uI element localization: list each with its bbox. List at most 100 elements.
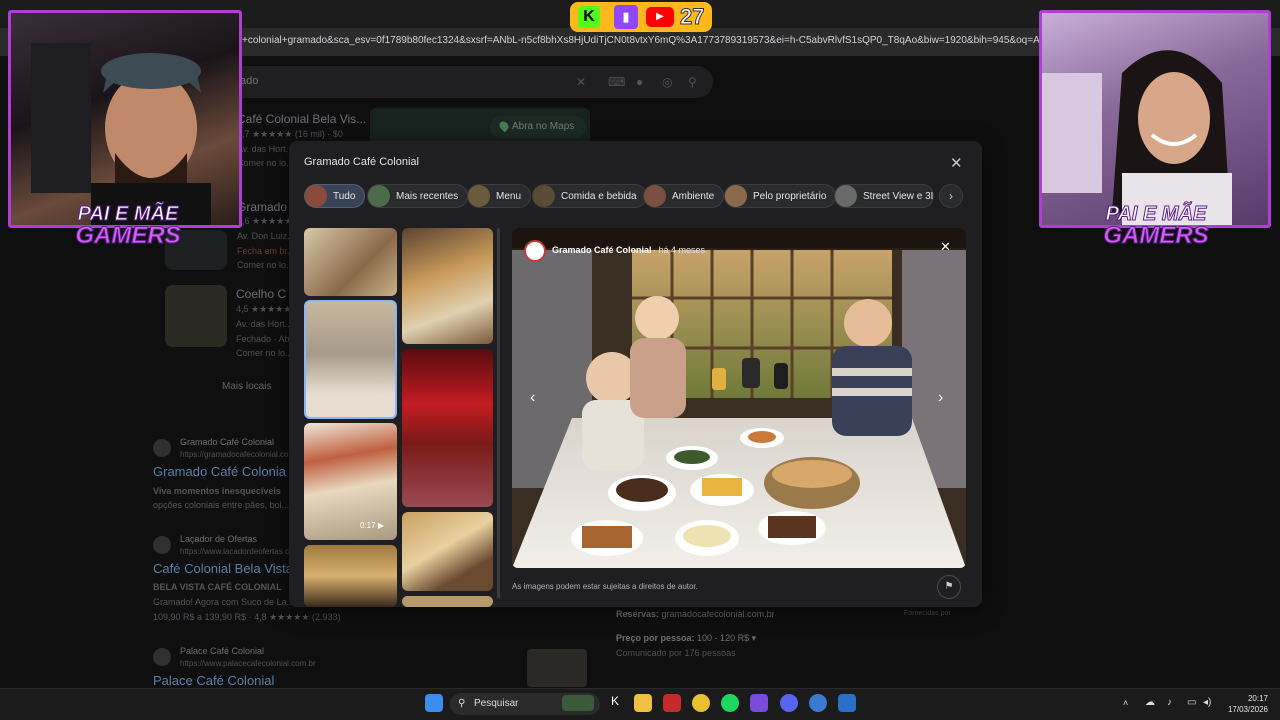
photo-author[interactable]: Gramado Café Colonial [552, 245, 652, 255]
result-snippet: 109,90 R$ a 139,90 R$ · 4,8 ★★★★★ (2.933… [153, 612, 341, 622]
logo-line1: PAI E MÃE [1105, 203, 1207, 225]
clock-time: 20:17 [1247, 694, 1268, 703]
place-address: Av. das Hort... [237, 144, 294, 154]
twitch-icon: ▮ [614, 5, 638, 29]
place-name[interactable]: Café Colonial Bela Vis... [237, 112, 366, 126]
photo-thumbnail[interactable] [402, 512, 493, 591]
reservations-link[interactable]: gramadocafecolonial.com.br [662, 609, 775, 619]
result-title-link[interactable]: Café Colonial Bela Vista [153, 561, 293, 576]
place-option: Comer no lo... [237, 260, 294, 270]
menu-thumbnail[interactable] [527, 649, 587, 687]
chip-street-view[interactable]: Street View e 3D [834, 184, 934, 208]
chip-ambience[interactable]: Ambiente [643, 184, 725, 208]
chip-thumbnail-icon [725, 185, 747, 207]
keyboard-icon[interactable]: ⌨ [608, 75, 625, 89]
play-icon: ▶ [377, 521, 384, 530]
chip-label: Comida e bebida [561, 190, 637, 202]
chrome-icon[interactable] [692, 694, 710, 712]
result-title-link[interactable]: Palace Café Colonial [153, 673, 274, 688]
chip-all[interactable]: Tudo [304, 184, 366, 208]
microphone-icon[interactable]: ● [636, 75, 650, 89]
close-icon[interactable]: ✕ [940, 239, 951, 255]
provided-by-label: Fornecidas por [904, 610, 951, 617]
copilot-icon[interactable] [750, 694, 768, 712]
details-reservations: Reservas: gramadocafecolonial.com.br [616, 609, 775, 619]
site-favicon [153, 648, 171, 666]
photo-thumbnail[interactable] [402, 228, 493, 344]
chip-label: Ambiente [672, 190, 715, 202]
chip-menu[interactable]: Menu [467, 184, 532, 208]
search-icon: ⚲ [458, 698, 466, 709]
photo-thumbnail[interactable] [304, 228, 397, 296]
price-label: Preço por pessoa: [616, 633, 695, 643]
chip-thumbnail-icon [835, 185, 857, 207]
chip-by-owner[interactable]: Pelo proprietário [724, 184, 837, 208]
place-thumbnail[interactable] [165, 285, 227, 347]
logo-line1: PAI E MÃE [77, 203, 179, 225]
chip-food-drink[interactable]: Comida e bebida [532, 184, 647, 208]
photo-thumbnail[interactable] [402, 596, 493, 607]
search-highlight-icon [562, 695, 594, 711]
cloud-icon[interactable]: ☁ [1145, 697, 1155, 708]
chevron-left-icon[interactable]: ‹ [530, 389, 535, 407]
result-site-name: Palace Café Colonial [180, 646, 265, 656]
logo-line2: GAMERS [75, 222, 181, 249]
result-url: https://www.lacadordeofertas.c... [180, 547, 296, 556]
calendar-app-icon[interactable] [663, 694, 681, 712]
photo-age: · há 4 meses [653, 245, 706, 255]
price-value: 100 - 120 R$ [697, 633, 750, 643]
open-in-maps-label: Abra no Maps [512, 121, 575, 132]
youtube-icon: ▶ [646, 7, 674, 27]
place-name[interactable]: Gramado [237, 200, 287, 214]
result-site-name: Laçador de Ofertas [180, 534, 258, 544]
place-rating: 4,6 ★★★★★ [237, 216, 293, 226]
spotify-icon[interactable] [721, 694, 739, 712]
place-name[interactable]: Coelho C [236, 287, 286, 301]
volume-icon[interactable]: ◂) [1203, 697, 1211, 708]
flag-icon[interactable]: ⚑ [937, 575, 961, 599]
system-clock[interactable]: 20:17 17/03/2026 [1218, 693, 1268, 715]
result-title-link[interactable]: Gramado Café Colonia [153, 464, 286, 479]
photo-thumbnail[interactable] [402, 349, 493, 507]
result-snippet: Gramado! Agora com Suco de La... [153, 597, 295, 607]
details-price: Preço por pessoa: 100 - 120 R$ ▾ [616, 633, 757, 643]
microphone-icon[interactable]: ♪ [1167, 697, 1172, 708]
discord-icon[interactable] [780, 694, 798, 712]
search-icon[interactable]: ⚲ [688, 75, 702, 89]
viewer-counter: 27 [679, 4, 705, 30]
photo-thumbnail[interactable] [304, 545, 397, 607]
chip-recent[interactable]: Mais recentes [367, 184, 469, 208]
site-favicon [153, 439, 171, 457]
taskbar-search-label: Pesquisar [474, 698, 519, 709]
kick-icon: K [578, 6, 600, 28]
chevron-right-icon[interactable]: › [938, 389, 943, 407]
video-duration-label: 0:17 [360, 521, 376, 530]
webcam-left [8, 10, 242, 228]
windows-start-icon[interactable] [425, 694, 443, 712]
kick-app-icon[interactable]: K [606, 694, 624, 712]
streamer-left-video [31, 43, 211, 225]
display-icon[interactable]: ▭ [1187, 697, 1196, 708]
app-icon[interactable] [838, 694, 856, 712]
result-url: https://www.palacecafecolonial.com.br [180, 659, 316, 668]
place-status: Fecha em br... [237, 246, 295, 256]
channel-logo-left: PAI E MÃE GAMERS [66, 203, 190, 249]
gallery-title: Gramado Café Colonial [304, 156, 419, 168]
lens-icon[interactable]: ◎ [662, 75, 676, 89]
more-places-button[interactable]: Mais locais [222, 381, 271, 392]
result-snippet: BELA VISTA CAFÉ COLONIAL [153, 582, 282, 592]
author-avatar[interactable] [524, 240, 546, 262]
chip-thumbnail-icon [305, 185, 327, 207]
chevron-up-icon[interactable]: ˄ [1123, 698, 1128, 708]
chevron-right-icon[interactable]: › [939, 184, 963, 208]
chip-thumbnail-icon [368, 185, 390, 207]
photo-thumbnail-selected[interactable] [304, 300, 397, 419]
close-icon[interactable]: ✕ [950, 154, 963, 172]
photo-viewer[interactable] [512, 228, 966, 568]
browser-icon[interactable] [809, 694, 827, 712]
result-site-name: Gramado Café Colonial [180, 437, 275, 447]
file-explorer-icon[interactable] [634, 694, 652, 712]
clear-icon[interactable]: ✕ [576, 75, 590, 89]
gallery-scrollbar[interactable] [497, 228, 500, 598]
channel-logo-right: PAI E MÃE GAMERS [1094, 203, 1218, 249]
